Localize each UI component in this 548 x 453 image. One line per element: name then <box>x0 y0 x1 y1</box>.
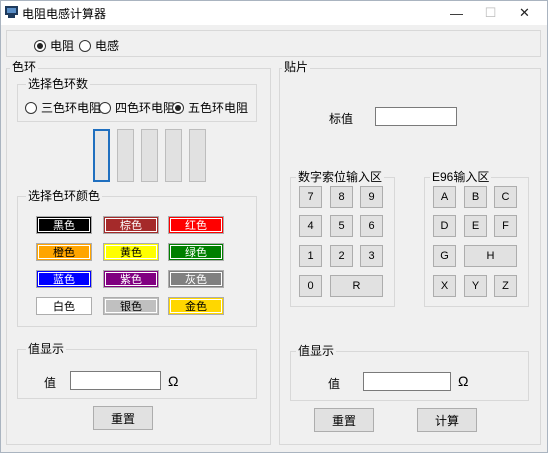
mode-option-label: 电感 <box>95 39 120 53</box>
digit-key-6[interactable]: 6 <box>360 215 383 237</box>
color-button-white[interactable]: 白色 <box>36 297 92 315</box>
smd-panel-legend: 贴片 <box>282 60 311 74</box>
color-button-label: 金色 <box>185 301 207 313</box>
color-button-label: 黑色 <box>53 220 75 232</box>
color-button-orange[interactable]: 橙色 <box>36 243 92 261</box>
close-icon: ✕ <box>519 5 530 20</box>
e96-key-d[interactable]: D <box>433 215 456 237</box>
color-ring-panel-legend: 色环 <box>10 60 39 74</box>
ring-count-option-label: 四色环电阻 <box>115 101 176 115</box>
digit-key-9[interactable]: 9 <box>360 186 383 208</box>
ring-slot-3[interactable] <box>141 129 158 182</box>
ring-slot-1[interactable] <box>93 129 110 182</box>
mode-radio-inductor[interactable]: 电感 <box>79 37 119 54</box>
smd-value-unit: Ω <box>458 373 469 389</box>
color-button-label: 棕色 <box>120 220 142 232</box>
color-button-yellow[interactable]: 黄色 <box>103 243 159 261</box>
ring-count-option-label: 五色环电阻 <box>188 101 249 115</box>
ring-value-legend: 值显示 <box>26 342 67 356</box>
color-button-gold[interactable]: 金色 <box>168 297 224 315</box>
ring-count-option-label: 三色环电阻 <box>41 101 102 115</box>
mode-radio-resistor[interactable]: 电阻 <box>34 37 74 54</box>
digit-key-2[interactable]: 2 <box>330 245 353 267</box>
color-button-brown[interactable]: 棕色 <box>103 216 159 234</box>
maximize-icon: ☐ <box>484 5 497 20</box>
smd-value-label: 值 <box>328 377 341 391</box>
color-button-label: 白色 <box>53 301 75 313</box>
ring-slot-4[interactable] <box>165 129 182 182</box>
color-button-label: 灰色 <box>185 274 207 286</box>
radio-unselected-indicator <box>99 101 111 114</box>
color-button-label: 橙色 <box>53 247 75 259</box>
smd-value-field <box>363 372 451 391</box>
minimize-icon: — <box>450 5 463 21</box>
digit-key-5[interactable]: 5 <box>330 215 353 237</box>
e96-key-c[interactable]: C <box>494 186 517 208</box>
e96-key-e[interactable]: E <box>464 215 487 237</box>
close-button[interactable]: ✕ <box>502 1 547 25</box>
color-button-black[interactable]: 黑色 <box>36 216 92 234</box>
color-button-silver[interactable]: 银色 <box>103 297 159 315</box>
ring-value-field <box>70 371 161 390</box>
e96-key-b[interactable]: B <box>464 186 487 208</box>
window-title: 电阻电感计算器 <box>22 7 107 21</box>
e96-key-g[interactable]: G <box>433 245 456 267</box>
digit-key-3[interactable]: 3 <box>360 245 383 267</box>
color-button-label: 绿色 <box>185 247 207 259</box>
ring-slot-5[interactable] <box>189 129 206 182</box>
radio-unselected-indicator <box>79 39 91 52</box>
ring-count-radio-three[interactable]: 三色环电阻 <box>25 99 101 116</box>
digit-key-8[interactable]: 8 <box>330 186 353 208</box>
smd-value-legend: 值显示 <box>296 344 337 358</box>
radio-selected-indicator <box>172 101 184 114</box>
digit-key-7[interactable]: 7 <box>299 186 322 208</box>
calculator-app-icon <box>5 6 18 18</box>
e96-key-y[interactable]: Y <box>464 275 487 297</box>
radio-selected-indicator <box>34 39 46 52</box>
e96-key-z[interactable]: Z <box>494 275 517 297</box>
color-button-label: 银色 <box>120 301 142 313</box>
color-button-label: 紫色 <box>120 274 142 286</box>
ring-count-radio-five[interactable]: 五色环电阻 <box>172 99 248 116</box>
ring-value-unit: Ω <box>168 373 179 389</box>
smd-reset-button[interactable]: 重置 <box>314 408 374 432</box>
color-button-label: 红色 <box>185 220 207 232</box>
ring-count-legend: 选择色环数 <box>26 77 91 91</box>
ring-color-legend: 选择色环颜色 <box>26 189 103 203</box>
color-button-green[interactable]: 绿色 <box>168 243 224 261</box>
digit-key-0[interactable]: 0 <box>299 275 322 297</box>
e96-key-a[interactable]: A <box>433 186 456 208</box>
digit-key-4[interactable]: 4 <box>299 215 322 237</box>
smd-calculate-button[interactable]: 计算 <box>417 408 477 432</box>
ring-reset-button[interactable]: 重置 <box>93 406 153 430</box>
e96-key-x[interactable]: X <box>433 275 456 297</box>
e96-input-legend: E96输入区 <box>430 170 492 184</box>
color-button-red[interactable]: 红色 <box>168 216 224 234</box>
ring-count-radio-four[interactable]: 四色环电阻 <box>99 99 175 116</box>
e96-key-f[interactable]: F <box>494 215 517 237</box>
smd-marking-label: 标值 <box>329 112 354 126</box>
smd-marking-input[interactable] <box>375 107 457 126</box>
digit-key-1[interactable]: 1 <box>299 245 322 267</box>
color-button-label: 黄色 <box>120 247 142 259</box>
radio-unselected-indicator <box>25 101 37 114</box>
digit-input-legend: 数字索位输入区 <box>296 170 385 184</box>
title-bar: 电阻电感计算器 — ☐ ✕ <box>1 1 547 25</box>
color-button-blue[interactable]: 蓝色 <box>36 270 92 288</box>
mode-option-label: 电阻 <box>50 39 75 53</box>
ring-value-label: 值 <box>44 376 57 390</box>
color-button-purple[interactable]: 紫色 <box>103 270 159 288</box>
digit-key-r[interactable]: R <box>330 275 383 297</box>
ring-slot-2[interactable] <box>117 129 134 182</box>
color-button-gray[interactable]: 灰色 <box>168 270 224 288</box>
color-button-label: 蓝色 <box>53 274 75 286</box>
e96-key-h[interactable]: H <box>464 245 517 267</box>
